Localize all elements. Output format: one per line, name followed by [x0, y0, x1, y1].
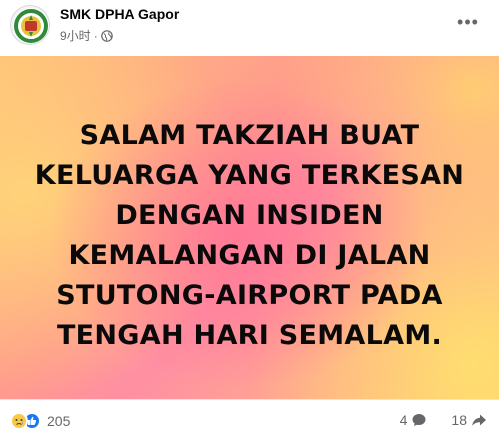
image-text-line: SALAM TAKZIAH BUAT [79, 120, 420, 151]
image-text-line: KELUARGA YANG TERKESAN [34, 160, 465, 191]
more-options-button[interactable]: ••• [454, 10, 482, 34]
share-count: 18 [451, 412, 467, 428]
facebook-post: SMK DPHA Gapor 9小时 · ••• SALAM TAKZIAH B… [0, 0, 499, 438]
post-meta: 9小时 · [60, 27, 113, 44]
share-icon [472, 414, 486, 426]
engagement-stats: 4 18 [400, 412, 487, 428]
comment-count: 4 [399, 412, 408, 428]
image-text-line: DENGAN INSIDEN [115, 200, 384, 231]
more-horizontal-icon: ••• [457, 12, 479, 32]
reaction-summary[interactable]: 205 [10, 412, 70, 430]
page-name-link[interactable]: SMK DPHA Gapor [60, 6, 179, 22]
post-footer: 205 4 18 [0, 399, 499, 438]
sad-reaction-icon [10, 412, 28, 430]
image-text-line: STUTONG-AIRPORT PADA [56, 280, 443, 311]
post-image-text: SALAM TAKZIAH BUAT KELUARGA YANG TERKESA… [0, 116, 499, 356]
reaction-count: 205 [47, 413, 71, 429]
post-header: SMK DPHA Gapor 9小时 · ••• [0, 0, 499, 56]
post-image[interactable]: SALAM TAKZIAH BUAT KELUARGA YANG TERKESA… [0, 56, 499, 399]
image-text-line: TENGAH HARI SEMALAM. [56, 320, 443, 351]
shares-count-link[interactable]: 18 [451, 412, 487, 428]
comments-count-link[interactable]: 4 [400, 412, 428, 428]
school-logo-icon [13, 8, 49, 44]
comment-icon [412, 414, 426, 426]
image-text-line: KEMALANGAN DI JALAN [68, 240, 431, 271]
page-avatar[interactable] [10, 5, 50, 45]
post-timestamp[interactable]: 9小时 [60, 27, 91, 44]
globe-icon[interactable] [100, 29, 113, 42]
